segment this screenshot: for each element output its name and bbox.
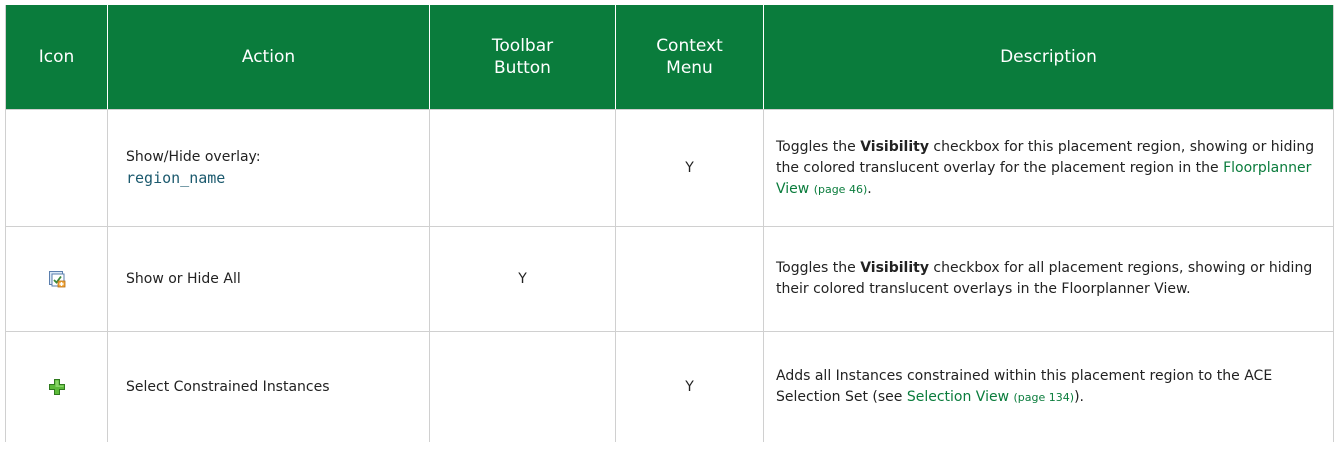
row-context-cell: Y — [615, 109, 764, 227]
region-name-code: region_name — [126, 168, 226, 187]
desc-text: ). — [1074, 389, 1084, 405]
header-toolbar-button-label: Toolbar Button — [491, 36, 554, 78]
table-row: Select Constrained Instances Y Adds all … — [5, 331, 1334, 442]
header-row: Icon Action Toolbar Button Context Menu … — [5, 5, 1334, 110]
visibility-toggle-icon — [48, 270, 66, 288]
row-toolbar-cell — [429, 109, 616, 227]
header-icon: Icon — [5, 5, 108, 110]
selection-view-link[interactable]: Selection View — [907, 389, 1009, 405]
row-description-cell: Toggles the Visibility checkbox for all … — [763, 226, 1334, 332]
header-action: Action — [107, 5, 430, 110]
page-reference[interactable]: (page 46) — [814, 183, 868, 196]
row-context-cell: Y — [615, 331, 764, 442]
action-text: Show/Hide overlay: — [126, 148, 261, 165]
desc-bold: Visibility — [860, 260, 929, 276]
table-row: Show/Hide overlay: region_name Y Toggles… — [5, 109, 1334, 227]
row-action-cell: Select Constrained Instances — [107, 331, 430, 442]
row-icon-cell — [5, 331, 108, 442]
row-context-cell — [615, 226, 764, 332]
page-reference[interactable]: (page 134) — [1014, 391, 1075, 404]
actions-table: Icon Action Toolbar Button Context Menu … — [5, 5, 1334, 442]
row-icon-cell — [5, 226, 108, 332]
header-toolbar-button: Toolbar Button — [429, 5, 616, 110]
row-toolbar-cell — [429, 331, 616, 442]
header-context-menu: Context Menu — [615, 5, 764, 110]
row-toolbar-cell: Y — [429, 226, 616, 332]
row-action-cell: Show or Hide All — [107, 226, 430, 332]
table-row: Show or Hide All Y Toggles the Visibilit… — [5, 226, 1334, 332]
row-description-cell: Toggles the Visibility checkbox for this… — [763, 109, 1334, 227]
desc-bold: Visibility — [860, 138, 929, 155]
desc-text: Toggles the — [776, 138, 861, 155]
header-context-menu-label: Context Menu — [656, 36, 723, 78]
row-action-cell: Show/Hide overlay: region_name — [107, 109, 430, 227]
row-icon-cell — [5, 109, 108, 227]
green-plus-icon — [48, 378, 66, 396]
desc-text: . — [867, 180, 872, 197]
header-description: Description — [763, 5, 1334, 110]
desc-text: Toggles the — [776, 260, 861, 276]
row-description-cell: Adds all Instances constrained within th… — [763, 331, 1334, 442]
